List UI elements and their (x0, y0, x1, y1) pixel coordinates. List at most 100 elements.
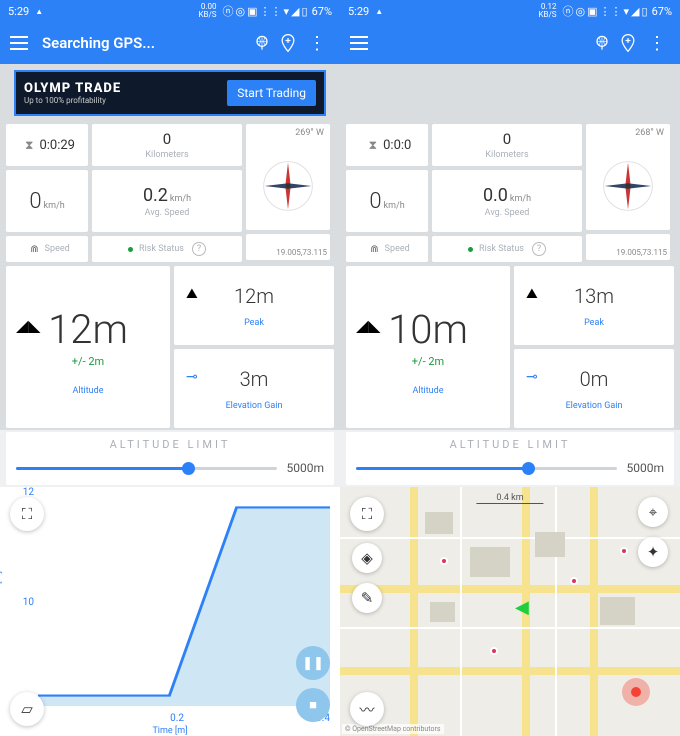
speed-card[interactable]: 0km/h (6, 170, 88, 232)
menu-button[interactable] (10, 36, 28, 50)
compass-dir: 269° W (295, 128, 324, 138)
peak-icon: ⛰ (526, 286, 538, 302)
stop-button[interactable]: ■ (296, 688, 330, 722)
compass-button[interactable]: ✦ (638, 537, 668, 567)
coords-card[interactable]: 19.005,73.115 (586, 234, 670, 260)
app-title: Searching GPS... (42, 34, 252, 52)
peak-icon: ⛰ (186, 286, 198, 302)
add-pin-icon[interactable] (618, 33, 644, 53)
overflow-menu[interactable]: ⋮ (644, 33, 670, 54)
compass-dir: 268° W (635, 128, 664, 138)
speed-label-card: ⋒ Speed (346, 236, 428, 262)
avgspeed-value: 0.0 (483, 185, 508, 206)
altitude-tolerance: +/- 2m (412, 355, 444, 368)
status-time: 5:29 (348, 5, 369, 18)
menu-button[interactable] (350, 36, 368, 50)
altitude-limit-card: ALTITUDE LIMIT 5000m (346, 432, 674, 485)
status-bar: 5:29 ▲ 0.12KB/S ⓝ◎▣⋮⋮▾◢▯ 67% (340, 0, 680, 22)
peak-card[interactable]: ⛰ 12m Peak (174, 266, 334, 345)
location-cursor-icon: ◀ (515, 597, 529, 618)
altitude-tolerance: +/- 2m (72, 355, 104, 368)
compass-icon (601, 159, 655, 213)
status-icons: ⓝ◎▣⋮⋮▾◢▯ (561, 3, 648, 19)
needle-icon: ⊸ (526, 369, 538, 385)
ad-banner[interactable]: OLYMP TRADE Up to 100% profitability Sta… (0, 64, 340, 122)
hourglass-icon: ⧗ (25, 138, 33, 153)
speed-card[interactable]: 0km/h (346, 170, 428, 232)
overflow-menu[interactable]: ⋮ (304, 33, 330, 54)
distance-value: 0 (163, 130, 171, 148)
map-scale: 0.4 km (476, 493, 543, 504)
altitude-card[interactable]: ◢◣ 12m +/- 2m Altitude (6, 266, 170, 428)
edit-button[interactable]: ✎ (352, 583, 382, 613)
peak-card[interactable]: ⛰ 13m Peak (514, 266, 674, 345)
map-panel[interactable]: ◀ 0.4 km © OpenStreetMap contributors ⛶ … (340, 487, 680, 736)
map-attribution: © OpenStreetMap contributors (342, 724, 444, 734)
chart-toggle-button[interactable]: 〰 (350, 692, 384, 726)
risk-dot-icon (468, 247, 473, 252)
location-accuracy-icon (622, 678, 650, 706)
map-toggle-button[interactable]: ▱ (10, 692, 44, 726)
avgspeed-card[interactable]: 0.2km/h Avg. Speed (92, 170, 242, 232)
speed-value: 0 (369, 189, 381, 214)
needle-icon: ⊸ (186, 369, 198, 385)
altitude-limit-slider[interactable] (16, 467, 277, 470)
peak-value: 12m (234, 284, 274, 308)
gain-card[interactable]: ⊸ 0m Elevation Gain (514, 349, 674, 428)
risk-card[interactable]: Risk Status ? (92, 236, 242, 262)
fullscreen-button[interactable]: ⛶ (350, 497, 384, 531)
app-bar: Searching GPS... ⋮ (0, 22, 340, 64)
distance-card[interactable]: 0 Kilometers (432, 124, 582, 166)
altitude-chart (38, 497, 330, 706)
altitude-value: 12m (48, 306, 128, 353)
altitude-value: 10m (388, 306, 468, 353)
compass-icon (261, 159, 315, 213)
help-icon[interactable]: ? (532, 242, 546, 256)
pause-button[interactable]: ❚❚ (296, 646, 330, 680)
compass-card[interactable]: 268° W (586, 124, 670, 230)
gain-value: 3m (240, 367, 269, 391)
risk-card[interactable]: Risk Status ? (432, 236, 582, 262)
timer-card[interactable]: ⧗ 0:0:0 (346, 124, 428, 166)
layers-button[interactable]: ◈ (352, 543, 382, 573)
gain-value: 0m (580, 367, 609, 391)
ad-placeholder (340, 64, 680, 122)
avgspeed-value: 0.2 (143, 185, 168, 206)
altitude-card[interactable]: ◢◣ 10m +/- 2m Altitude (346, 266, 510, 428)
battery-text: 67% (652, 5, 672, 18)
chart-panel: Altitude [m] 12 10 0.2 0.4 Time [m] ⛶ ▱ … (0, 487, 340, 736)
peak-value: 13m (574, 284, 614, 308)
status-icon: ▲ (35, 7, 43, 16)
avgspeed-card[interactable]: 0.0km/h Avg. Speed (432, 170, 582, 232)
status-time: 5:29 (8, 5, 29, 18)
status-bar: 5:29 ▲ 0.00KB/S ⓝ◎▣⋮⋮▾◢▯ 67% (0, 0, 340, 22)
map-view[interactable]: ◀ 0.4 km © OpenStreetMap contributors (340, 487, 680, 736)
status-icon: ▲ (375, 7, 383, 16)
risk-dot-icon (128, 247, 133, 252)
screen-right: 5:29 ▲ 0.12KB/S ⓝ◎▣⋮⋮▾◢▯ 67% ⋮ ⧗ (340, 0, 680, 736)
screen-left: 5:29 ▲ 0.00KB/S ⓝ◎▣⋮⋮▾◢▯ 67% Searching G… (0, 0, 340, 736)
globe-pin-icon[interactable] (592, 33, 618, 53)
compass-card[interactable]: 269° W (246, 124, 330, 230)
hourglass-icon: ⧗ (369, 138, 377, 153)
battery-text: 67% (312, 5, 332, 18)
add-pin-icon[interactable] (278, 33, 304, 53)
help-icon[interactable]: ? (192, 242, 206, 256)
gain-card[interactable]: ⊸ 3m Elevation Gain (174, 349, 334, 428)
limit-value: 5000m (287, 461, 325, 475)
distance-value: 0 (503, 130, 511, 148)
coords-card[interactable]: 19.005,73.115 (246, 234, 330, 260)
mountain-icon: ◢◣ (16, 316, 41, 335)
limit-value: 5000m (627, 461, 665, 475)
locate-button[interactable]: ⌖ (638, 497, 668, 527)
app-bar: ⋮ (340, 22, 680, 64)
ad-cta-button[interactable]: Start Trading (227, 80, 316, 106)
distance-card[interactable]: 0 Kilometers (92, 124, 242, 166)
timer-value: 0:0:0 (383, 138, 411, 153)
timer-value: 0:0:29 (39, 138, 75, 153)
globe-pin-icon[interactable] (252, 33, 278, 53)
altitude-limit-slider[interactable] (356, 467, 617, 470)
mountain-icon: ◢◣ (356, 316, 381, 335)
fullscreen-button[interactable]: ⛶ (10, 497, 44, 531)
timer-card[interactable]: ⧗ 0:0:29 (6, 124, 88, 166)
